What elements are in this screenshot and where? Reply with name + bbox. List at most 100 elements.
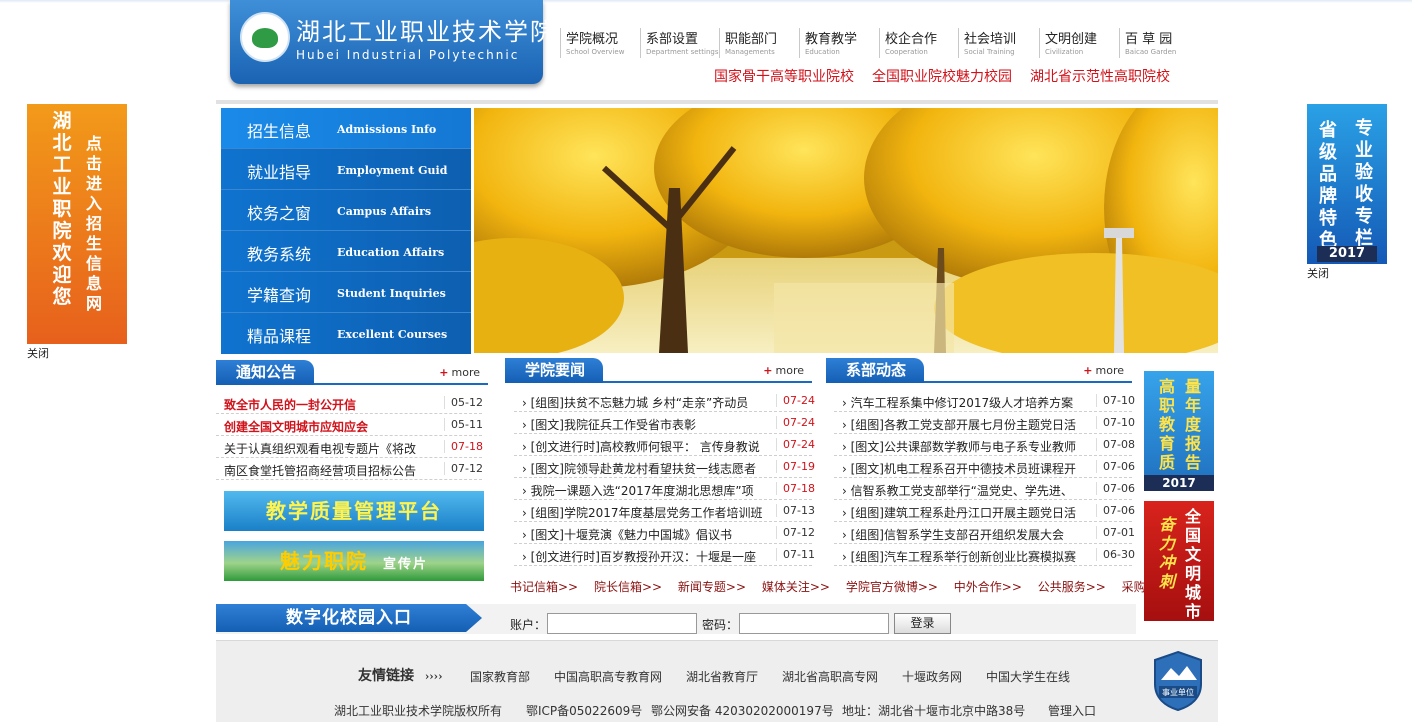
- link-official-weibo[interactable]: 学院官方微博>>: [846, 580, 938, 594]
- float-ad-left-text1: 湖北工业职院欢迎您: [52, 110, 72, 308]
- friend-link-hubei-education[interactable]: 湖北省教育厅: [686, 668, 758, 685]
- public-institution-badge[interactable]: 事业单位: [1151, 650, 1205, 712]
- link-president-mailbox[interactable]: 院长信箱>>: [594, 580, 662, 594]
- menu-excellent-courses[interactable]: 精品课程 Excellent Courses: [221, 313, 471, 354]
- float-ad-right-close[interactable]: 关闭: [1307, 265, 1329, 281]
- menu-education-affairs[interactable]: 教务系统 Education Affairs: [221, 231, 471, 272]
- friend-link-student-online[interactable]: 中国大学生在线: [986, 668, 1070, 685]
- digital-campus-entry[interactable]: 数字化校园入口: [216, 604, 482, 632]
- notice-list: 致全市人民的一封公开信 05-12 创建全国文明城市应知应会 05-11 关于认…: [216, 392, 483, 482]
- dept-news-more-link[interactable]: + more: [1083, 364, 1124, 377]
- list-item[interactable]: › [图文]机电工程系召开中德技术员班课程开 07-06: [834, 456, 1135, 478]
- dept-news-header: 系部动态 + more: [826, 358, 1132, 383]
- nav-social-training[interactable]: 社会培训 Social Training: [958, 28, 1016, 58]
- nav-cooperation[interactable]: 校企合作 Cooperation: [879, 28, 937, 58]
- list-item[interactable]: › [图文]我院征兵工作受省市表彰 07-24: [514, 412, 815, 434]
- list-item[interactable]: › [图文]公共课部数学教师与电子系专业教师 07-08: [834, 434, 1135, 456]
- college-emblem-icon: [240, 12, 290, 62]
- login-button[interactable]: 登录: [894, 613, 951, 634]
- shield-icon: [1154, 650, 1202, 712]
- menu-employment[interactable]: 就业指导 Employment Guid: [221, 149, 471, 190]
- college-news-panel: 学院要闻 + more: [505, 358, 812, 383]
- icp-record[interactable]: 鄂ICP备05022609号: [526, 702, 642, 719]
- list-item[interactable]: › [图文]院领导赴黄龙村看望扶贫一线志愿者 07-19: [514, 456, 815, 478]
- list-item[interactable]: 致全市人民的一封公开信 05-12: [216, 392, 483, 414]
- notice-panel: 通知公告 + more: [216, 360, 488, 385]
- college-news-header: 学院要闻 + more: [505, 358, 812, 383]
- site-logo[interactable]: 湖北工业职业技术学院 Hubei Industrial Polytechnic: [230, 0, 554, 84]
- friend-link-vocational-net[interactable]: 中国高职高专教育网: [554, 668, 662, 685]
- float-ad-left-close[interactable]: 关闭: [27, 345, 49, 361]
- float-ad-right-text1: 省级品牌特色: [1319, 120, 1337, 251]
- float-ad-special-column[interactable]: 省级品牌特色 专业验收专栏 2017: [1307, 104, 1387, 264]
- list-item[interactable]: › [组图]信智系学生支部召开组织发展大会 07-01: [834, 522, 1135, 544]
- list-item[interactable]: 关于认真组织观看电视专题片《将改 07-18: [216, 436, 483, 458]
- notice-header: 通知公告 + more: [216, 360, 488, 385]
- list-item[interactable]: › 我院一课题入选“2017年度湖北思想库”项 07-18: [514, 478, 815, 500]
- password-input[interactable]: [739, 613, 889, 634]
- link-international-cooperation[interactable]: 中外合作>>: [954, 580, 1022, 594]
- list-item[interactable]: › [组图]建筑工程系赴丹江口开展主题党日活 07-06: [834, 500, 1135, 522]
- college-news-more-link[interactable]: + more: [763, 364, 804, 377]
- notice-more-link[interactable]: + more: [439, 366, 480, 379]
- header-separator: [216, 100, 1218, 104]
- logo-english-name: Hubei Industrial Polytechnic: [296, 48, 520, 62]
- admin-entry-link[interactable]: 管理入口: [1048, 702, 1096, 719]
- friend-link-shiyan-gov[interactable]: 十堰政务网: [902, 668, 962, 685]
- nav-baicao-garden[interactable]: 百 草 园 Baicao Garden: [1119, 28, 1176, 58]
- list-item[interactable]: › [创文进行时]高校教师何银平： 言传身教说 07-24: [514, 434, 815, 456]
- slogan-national-backbone: 国家骨干高等职业院校: [714, 69, 854, 85]
- promo-video-banner[interactable]: 魅力职院 宣传片: [224, 541, 484, 581]
- top-border: [0, 0, 1412, 3]
- college-news-title: 学院要闻: [505, 358, 604, 383]
- list-item[interactable]: › [创文进行时]百岁教授孙开汉：十堰是一座 07-11: [514, 544, 815, 566]
- list-item[interactable]: › [图文]十堰竞演《魅力中国城》倡议书 07-12: [514, 522, 815, 544]
- list-item[interactable]: › [组图]扶贫不忘魅力城 乡村“走亲”齐动员 07-24: [514, 390, 815, 412]
- copyright-text: 湖北工业职业技术学院版权所有: [334, 704, 503, 718]
- float-ad-left-text2: 点击进入招生信息网: [85, 134, 102, 313]
- city-ad-text2: 奋力冲刺: [1158, 515, 1175, 591]
- list-item[interactable]: 创建全国文明城市应知应会 05-11: [216, 414, 483, 436]
- friend-link-hubei-vocational[interactable]: 湖北省高职高专网: [782, 668, 878, 685]
- side-menu: 招生信息 Admissions Info 就业指导 Employment Gui…: [221, 108, 471, 354]
- link-news-topics[interactable]: 新闻专题>>: [678, 580, 746, 594]
- civilized-city-ad[interactable]: 奋力冲刺 全国文明城市: [1144, 501, 1214, 621]
- float-ad-admissions[interactable]: 湖北工业职院欢迎您 点击进入招生信息网: [27, 104, 127, 344]
- float-ad-right-year: 2017: [1317, 246, 1377, 262]
- quick-links-bar: 书记信箱>> 院长信箱>> 新闻专题>> 媒体关注>> 学院官方微博>> 中外合…: [510, 578, 1202, 595]
- annual-quality-report-ad[interactable]: 高职教育质 量年度报告 2017: [1144, 371, 1214, 491]
- account-label: 账户：: [510, 618, 547, 632]
- nav-school-overview[interactable]: 学院概况 School Overview: [560, 28, 624, 58]
- list-item[interactable]: › 汽车工程系集中修订2017级人才培养方案 07-10: [834, 390, 1135, 412]
- nav-managements[interactable]: 职能部门 Managements: [719, 28, 777, 58]
- nav-civilization[interactable]: 文明创建 Civilization: [1039, 28, 1097, 58]
- hero-banner-image[interactable]: [474, 108, 1218, 353]
- list-item[interactable]: › [组图]各教工党支部开展七月份主题党日活 07-10: [834, 412, 1135, 434]
- badge-text: 事业单位: [1162, 688, 1194, 697]
- link-public-services[interactable]: 公共服务>>: [1038, 580, 1106, 594]
- menu-campus-affairs[interactable]: 校务之窗 Campus Affairs: [221, 190, 471, 231]
- account-input[interactable]: [547, 613, 697, 634]
- menu-student-inquiries[interactable]: 学籍查询 Student Inquiries: [221, 272, 471, 313]
- address-text: 地址：湖北省十堰市北京中路38号: [842, 704, 1026, 718]
- password-label: 密码：: [702, 618, 739, 632]
- list-item[interactable]: 南区食堂托管招商经营项目招标公告 07-12: [216, 458, 483, 480]
- menu-admissions[interactable]: 招生信息 Admissions Info: [221, 108, 471, 149]
- college-news-list: › [组图]扶贫不忘魅力城 乡村“走亲”齐动员 07-24 › [图文]我院征兵工…: [514, 390, 815, 568]
- link-secretary-mailbox[interactable]: 书记信箱>>: [510, 580, 578, 594]
- nav-education[interactable]: 教育教学 Education: [799, 28, 857, 58]
- list-item[interactable]: › 信智系教工党支部举行“温党史、学先进、 07-06: [834, 478, 1135, 500]
- police-record[interactable]: 鄂公网安备 42030202000197号: [651, 702, 834, 719]
- link-media-focus[interactable]: 媒体关注>>: [762, 580, 830, 594]
- report-ad-year: 2017: [1144, 475, 1214, 491]
- friend-link-moe[interactable]: 国家教育部: [470, 668, 530, 685]
- logo-chinese-name: 湖北工业职业技术学院: [296, 18, 556, 46]
- list-item[interactable]: › [组图]学院2017年度基层党务工作者培训班 07-13: [514, 500, 815, 522]
- slogan-charming-campus: 全国职业院校魅力校园: [872, 69, 1012, 85]
- list-item[interactable]: › [组图]汽车工程系举行创新创业比赛模拟赛 06-30: [834, 544, 1135, 566]
- teaching-quality-platform-banner[interactable]: 教学质量管理平台: [224, 491, 484, 531]
- dept-news-panel: 系部动态 + more: [826, 358, 1132, 383]
- nav-department-settings[interactable]: 系部设置 Department settings: [640, 28, 719, 58]
- slogan-provincial-model: 湖北省示范性高职院校: [1030, 69, 1170, 85]
- notice-title: 通知公告: [216, 360, 315, 385]
